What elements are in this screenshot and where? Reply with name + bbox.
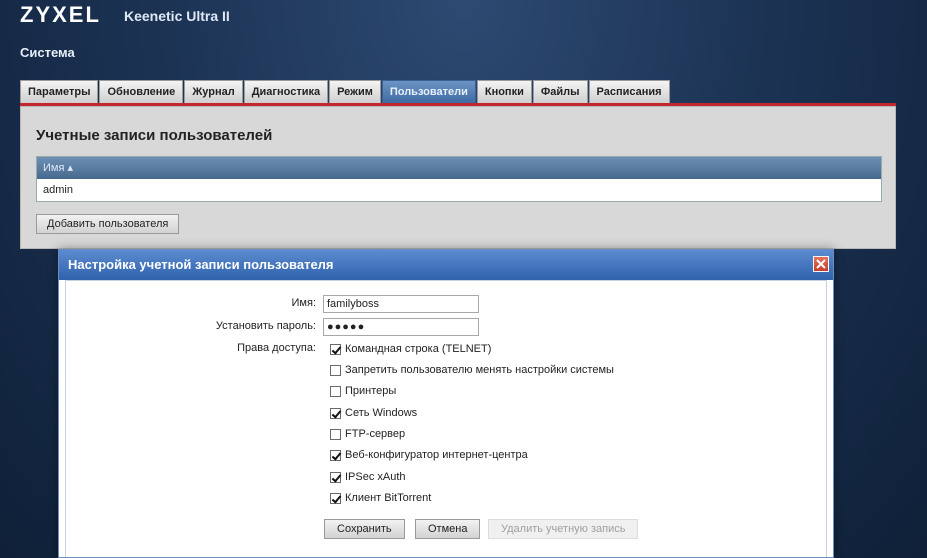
tab-mode[interactable]: Режим — [329, 80, 381, 103]
checkbox-telnet[interactable] — [330, 343, 341, 355]
device-model: Keenetic Ultra II — [124, 8, 230, 24]
add-user-button[interactable]: Добавить пользователя — [36, 214, 180, 234]
perm-bittorrent[interactable]: Клиент BitTorrent — [330, 491, 431, 505]
dialog-title-bar[interactable]: Настройка учетной записи пользователя — [59, 250, 833, 280]
perm-ipsec[interactable]: IPSec xAuth — [330, 470, 406, 484]
checkbox-ftp[interactable] — [330, 428, 341, 440]
dialog-body: Имя: Установить пароль: Права доступа: К… — [65, 280, 827, 557]
perm-ftp[interactable]: FTP-сервер — [330, 427, 405, 441]
checkbox-bittorrent[interactable] — [330, 492, 341, 504]
perm-label: Принтеры — [345, 385, 397, 397]
perm-web-configurator[interactable]: Веб-конфигуратор интернет-центра — [330, 448, 528, 462]
perm-label: Веб-конфигуратор интернет-центра — [345, 449, 528, 461]
perm-label: Сеть Windows — [345, 407, 418, 419]
perm-label: Командная строка (TELNET) — [345, 343, 492, 355]
access-label: Права доступа: — [237, 342, 316, 354]
checkbox-printers[interactable] — [330, 385, 341, 397]
name-input[interactable] — [323, 295, 479, 313]
user-account-dialog: Настройка учетной записи пользователя Им… — [58, 249, 834, 558]
tab-schedules[interactable]: Расписания — [588, 80, 670, 103]
tab-parameters[interactable]: Параметры — [20, 80, 99, 103]
tab-users[interactable]: Пользователи — [381, 80, 476, 103]
checkbox-windows-network[interactable] — [330, 407, 341, 419]
perm-windows-network[interactable]: Сеть Windows — [330, 406, 417, 420]
perm-printers[interactable]: Принтеры — [330, 384, 396, 398]
accounts-title: Учетные записи пользователей — [36, 127, 273, 144]
name-label: Имя: — [291, 297, 316, 309]
accounts-table: Имя ▴ admin — [36, 156, 882, 202]
checkbox-web-configurator[interactable] — [330, 449, 341, 461]
checkbox-ipsec[interactable] — [330, 471, 341, 483]
perm-telnet[interactable]: Командная строка (TELNET) — [330, 342, 491, 356]
close-icon[interactable] — [813, 256, 829, 272]
delete-account-button: Удалить учетную запись — [488, 519, 639, 539]
perm-label: Запретить пользователю менять настройки … — [345, 364, 614, 376]
accounts-panel: Учетные записи пользователей Имя ▴ admin… — [20, 106, 896, 249]
brand-logo: ZYXEL — [20, 2, 101, 27]
save-button[interactable]: Сохранить — [324, 519, 405, 539]
tab-diagnostics[interactable]: Диагностика — [243, 80, 329, 103]
dialog-title: Настройка учетной записи пользователя — [68, 257, 334, 272]
tab-bar: Параметры Обновление Журнал Диагностика … — [20, 80, 671, 103]
perm-label: FTP-сервер — [345, 428, 406, 440]
password-input[interactable] — [323, 318, 479, 336]
tab-files[interactable]: Файлы — [532, 80, 588, 103]
perm-deny-settings[interactable]: Запретить пользователю менять настройки … — [330, 363, 614, 377]
section-title: Система — [20, 45, 75, 60]
checkbox-deny-settings[interactable] — [330, 364, 341, 376]
tab-update[interactable]: Обновление — [99, 80, 184, 103]
perm-label: Клиент BitTorrent — [345, 492, 432, 504]
perm-label: IPSec xAuth — [345, 471, 406, 483]
tab-buttons[interactable]: Кнопки — [476, 80, 532, 103]
tab-log[interactable]: Журнал — [184, 80, 243, 103]
password-label: Установить пароль: — [215, 320, 316, 332]
column-header-name[interactable]: Имя ▴ — [37, 157, 881, 179]
cancel-button[interactable]: Отмена — [415, 519, 481, 539]
table-row[interactable]: admin — [37, 179, 881, 201]
